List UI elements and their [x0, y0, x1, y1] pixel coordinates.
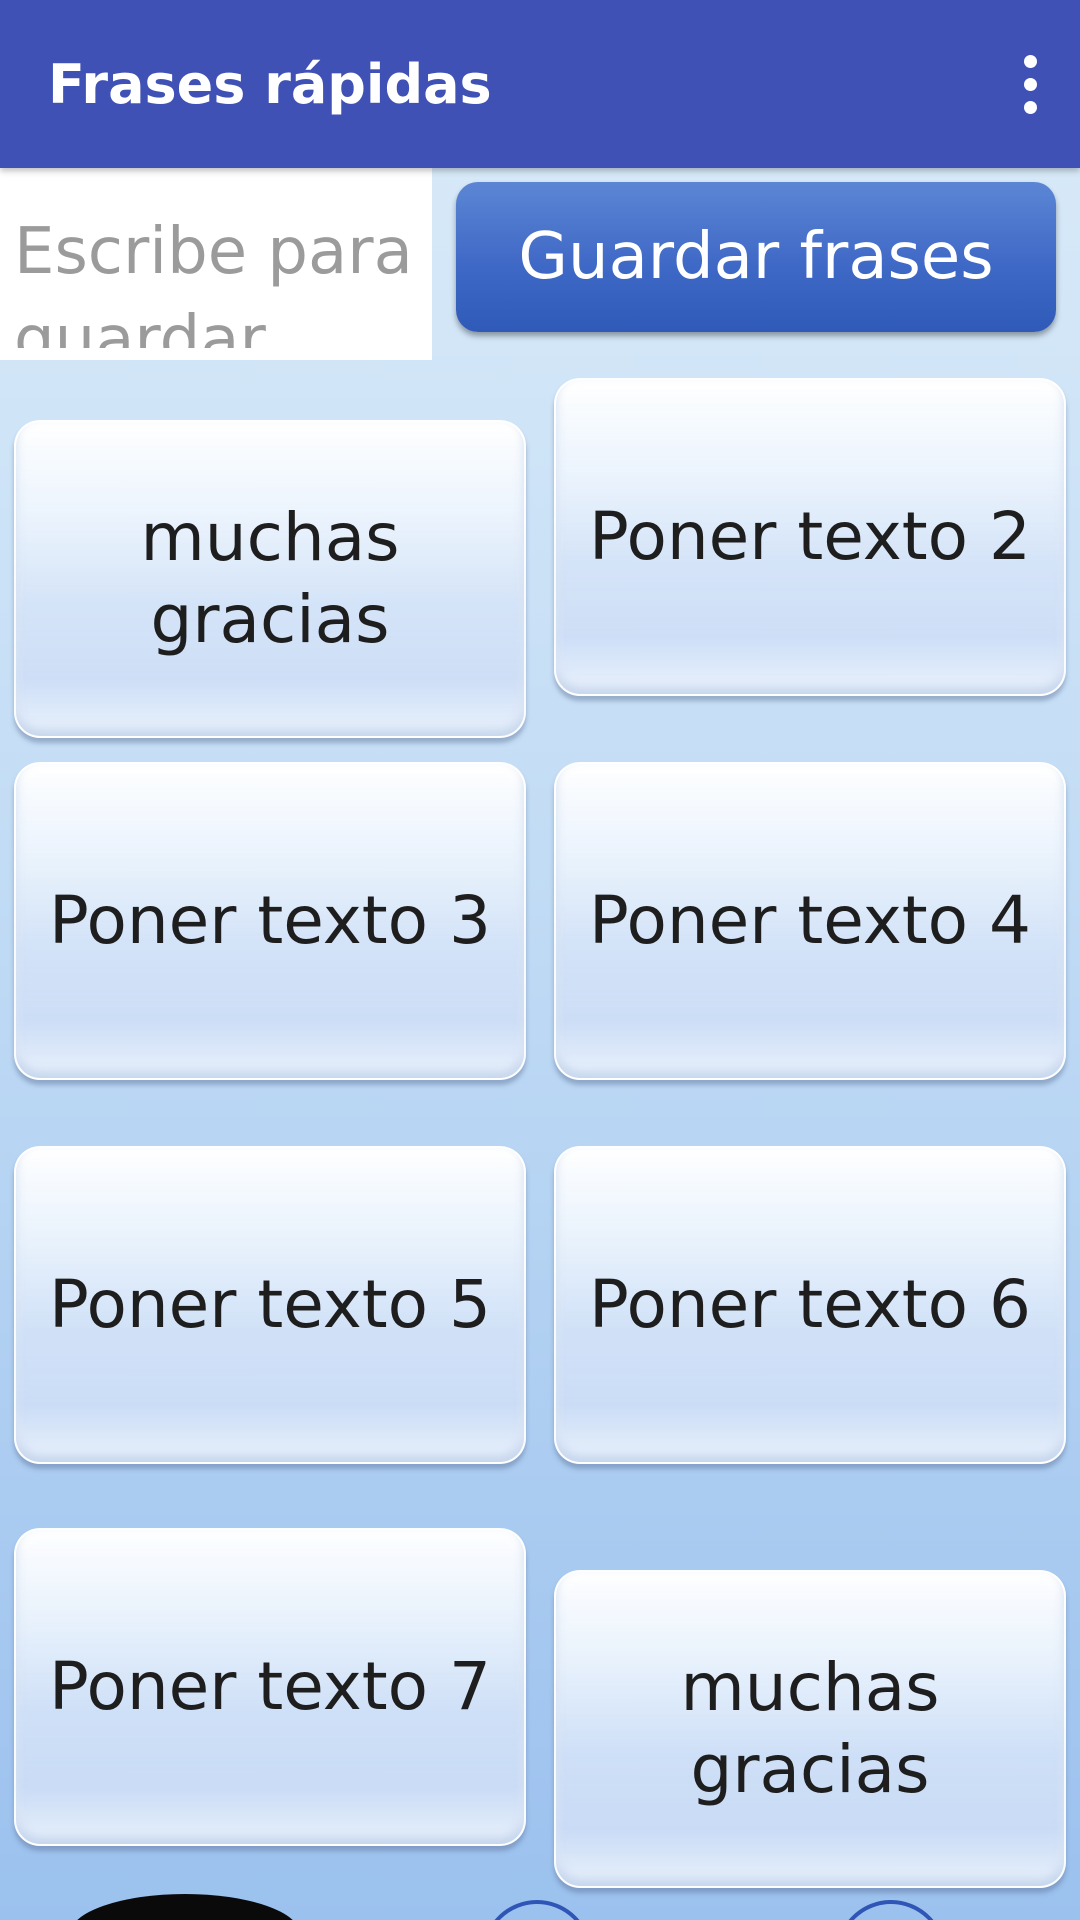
bottom-controls — [0, 1880, 1080, 1920]
phrase-button-8[interactable]: muchas gracias — [554, 1570, 1066, 1888]
phrase-button-6[interactable]: Poner texto 6 — [554, 1146, 1066, 1464]
phrase-input-container — [0, 168, 432, 360]
phrase-label: Poner texto 5 — [49, 1266, 491, 1343]
phrase-label: Poner texto 6 — [589, 1266, 1031, 1343]
phrase-label: Poner texto 4 — [589, 882, 1031, 959]
phrase-label: muchas gracias — [140, 499, 400, 658]
phrase-button-4[interactable]: Poner texto 4 — [554, 762, 1066, 1080]
phrase-input[interactable] — [14, 208, 414, 348]
overflow-menu-button[interactable] — [998, 44, 1062, 124]
record-button-partial[interactable] — [70, 1894, 300, 1920]
phrase-label: Poner texto 7 — [49, 1648, 491, 1725]
phrase-button-1[interactable]: muchas gracias — [14, 420, 526, 738]
phrase-button-5[interactable]: Poner texto 5 — [14, 1146, 526, 1464]
app-title: Frases rápidas — [48, 53, 492, 116]
phrase-label: Poner texto 2 — [589, 498, 1031, 575]
phrase-button-2[interactable]: Poner texto 2 — [554, 378, 1066, 696]
phrase-button-7[interactable]: Poner texto 7 — [14, 1528, 526, 1846]
phrase-label: Poner texto 3 — [49, 882, 491, 959]
phrase-button-3[interactable]: Poner texto 3 — [14, 762, 526, 1080]
app-bar: Frases rápidas — [0, 0, 1080, 168]
save-phrases-button[interactable]: Guardar frases — [456, 182, 1056, 332]
more-vert-icon-dot — [1023, 77, 1037, 91]
more-vert-icon-dot — [1023, 100, 1037, 114]
circle-button-partial[interactable] — [836, 1900, 946, 1920]
more-vert-icon — [1023, 54, 1037, 68]
circle-button-partial[interactable] — [482, 1900, 592, 1920]
phrase-label: muchas gracias — [680, 1649, 940, 1808]
